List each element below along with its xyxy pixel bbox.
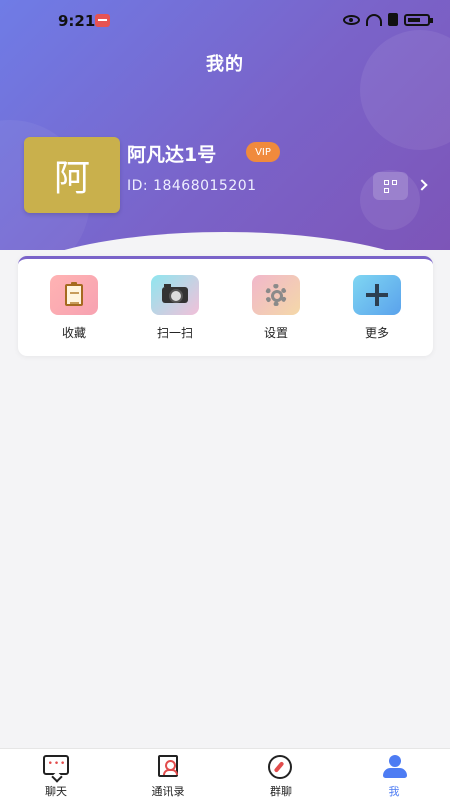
qr-code-icon: [384, 179, 397, 193]
qr-code-button[interactable]: [373, 172, 408, 200]
tab-label: 我: [388, 785, 400, 798]
action-label: 更多: [364, 326, 389, 340]
gear-icon: [265, 284, 287, 306]
action-scan[interactable]: 扫一扫: [135, 275, 215, 341]
action-more[interactable]: 更多: [337, 275, 417, 341]
notification-icon: [95, 14, 110, 27]
tab-contacts[interactable]: 通讯录: [128, 755, 208, 799]
status-bar: 9:21: [0, 0, 450, 42]
wifi-icon: [366, 13, 382, 26]
system-icons: [343, 13, 433, 26]
action-favorites[interactable]: 收藏: [34, 275, 114, 341]
status-time: 9:21: [58, 12, 96, 30]
battery-icon: [404, 13, 433, 26]
tab-label: 聊天: [45, 785, 67, 798]
tab-label: 通讯录: [151, 785, 185, 798]
sim-icon: [388, 13, 398, 26]
action-settings[interactable]: 设置: [236, 275, 316, 341]
compass-icon: [268, 755, 292, 779]
clipboard-icon: [65, 282, 83, 306]
bottom-tab-bar: 聊天 通讯录 群聊 我: [0, 748, 450, 800]
profile-header: 9:21 我的 阿 阿凡达1号 VIP ID: 18468015201: [0, 0, 450, 250]
username: 阿凡达1号: [127, 144, 217, 166]
contacts-icon: [158, 755, 178, 777]
chat-icon: [43, 755, 69, 775]
plus-icon: [366, 284, 388, 306]
decoration-circle: [360, 30, 450, 150]
action-label: 设置: [263, 326, 288, 340]
user-id: ID: 18468015201: [127, 178, 257, 194]
page-title: 我的: [206, 54, 244, 75]
vip-badge: VIP: [246, 142, 280, 162]
eye-icon: [343, 14, 360, 25]
camera-icon: [162, 284, 188, 303]
person-icon: [381, 755, 409, 779]
tab-chat[interactable]: 聊天: [16, 755, 96, 799]
tab-me[interactable]: 我: [354, 755, 434, 799]
avatar[interactable]: 阿: [24, 137, 120, 213]
quick-actions-card: 收藏 扫一扫 设置 更多: [18, 256, 433, 356]
tab-label: 群聊: [270, 785, 292, 798]
action-label: 扫一扫: [156, 326, 193, 340]
action-label: 收藏: [61, 326, 86, 340]
tab-group-chat[interactable]: 群聊: [241, 755, 321, 799]
